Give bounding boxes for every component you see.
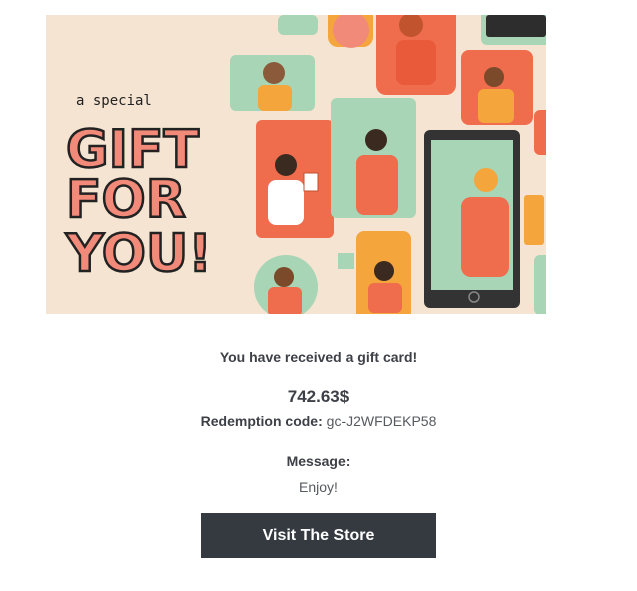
gift-banner: a special GIFT FOR YOU! <box>46 15 546 314</box>
gift-amount: 742.63$ <box>287 387 350 406</box>
gift-headline: You have received a gift card! <box>219 349 418 365</box>
visit-store-button[interactable]: Visit The Store <box>201 513 436 558</box>
redemption-code-line: Redemption code: gc-J2WFDEKP58 <box>0 413 637 429</box>
email-page: a special GIFT FOR YOU! You have receive… <box>0 0 637 591</box>
banner-title-line3: YOU! <box>65 224 212 284</box>
banner-title-line2: FOR <box>66 170 186 230</box>
gift-banner-illustration: a special GIFT FOR YOU! <box>64 15 546 314</box>
message-label: Message: <box>286 453 351 469</box>
banner-subtitle: a special <box>76 93 152 109</box>
message-text: Enjoy! <box>299 479 338 495</box>
redemption-code-label: Redemption code: <box>200 413 323 429</box>
card-shape <box>278 15 318 35</box>
gift-details: You have received a gift card! 742.63$ R… <box>0 314 637 558</box>
redemption-code-value: gc-J2WFDEKP58 <box>326 413 437 429</box>
